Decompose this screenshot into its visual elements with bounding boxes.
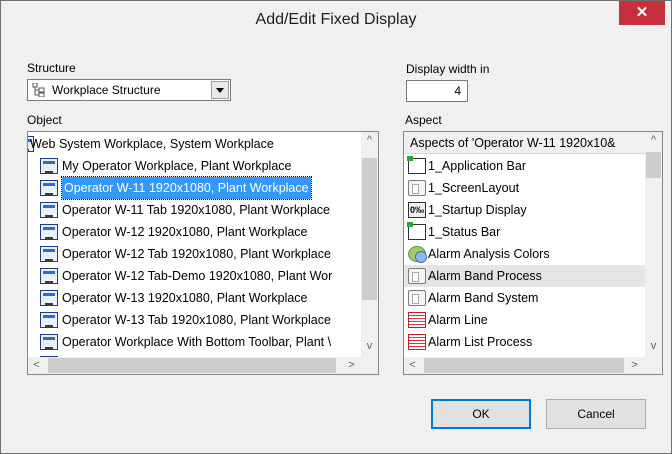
structure-value: Workplace Structure <box>52 83 161 97</box>
structure-select[interactable]: Workplace Structure <box>27 79 231 101</box>
aspect-list-item[interactable]: Alarm List Process <box>404 331 646 353</box>
add-edit-fixed-display-dialog: Add/Edit Fixed Display ✕ Structure Workp… <box>0 0 672 454</box>
object-horizontal-scrollbar[interactable]: < > <box>28 357 378 374</box>
aspect-vertical-scroll-thumb[interactable] <box>646 152 661 178</box>
aspect-label: Aspect <box>405 113 442 127</box>
object-list-item[interactable]: Operator W-13 Tab 1920x1080, Plant Workp… <box>28 309 362 331</box>
object-list-item-label: Operator W-13 Tab 1920x1080, Plant Workp… <box>62 313 331 327</box>
aspect-list-item[interactable]: Alarm Band Process <box>404 265 646 287</box>
alarm-band-icon <box>408 290 426 306</box>
aspect-list-item[interactable]: 0‰ 1_Startup Display <box>404 199 646 221</box>
object-vertical-scroll-thumb[interactable] <box>362 158 377 300</box>
object-list-item-label: Operator W-13 1920x1080, Plant Workplace <box>62 291 308 305</box>
aspect-horizontal-scroll-thumb[interactable] <box>424 358 624 373</box>
object-list-item[interactable]: Operator W-11 1920x1080, Plant Workplace <box>28 176 362 200</box>
display-icon <box>40 334 58 350</box>
object-list-item-label: Operator Workplace With Bottom Toolbar, … <box>62 335 332 349</box>
aspect-list-item[interactable]: 1_Status Bar <box>404 221 646 243</box>
close-button[interactable]: ✕ <box>619 1 665 25</box>
display-width-input[interactable]: 4 <box>406 80 468 102</box>
status-bar-icon <box>407 222 426 240</box>
scroll-left-arrow[interactable]: < <box>404 357 421 374</box>
alarm-list-icon <box>408 312 426 328</box>
aspect-list-item-label: Alarm List Process <box>428 335 533 349</box>
object-vertical-scrollbar[interactable]: ^ v <box>361 132 378 357</box>
object-list-item-label: Operator W-12 1920x1080, Plant Workplace <box>62 225 308 239</box>
application-bar-icon <box>407 156 426 174</box>
object-list-item-label: Operator W-11 Tab 1920x1080, Plant Workp… <box>62 203 330 217</box>
dialog-title: Add/Edit Fixed Display <box>255 11 417 28</box>
ok-button[interactable]: OK <box>431 399 531 429</box>
scroll-right-arrow[interactable]: > <box>626 357 643 374</box>
display-icon <box>40 202 58 218</box>
aspect-list-item[interactable]: Alarm Band System <box>404 287 646 309</box>
object-list-item[interactable]: Operator W-13 1920x1080, Plant Workplace <box>28 287 362 309</box>
object-list-item[interactable]: Operator W-12 Tab 1920x1080, Plant Workp… <box>28 243 362 265</box>
scroll-left-arrow[interactable]: < <box>28 357 45 374</box>
object-list-item[interactable]: My Operator Workplace, Plant Workplace <box>28 155 362 177</box>
aspect-list-item-label: Alarm Analysis Colors <box>428 247 550 261</box>
object-list-item[interactable]: Web System Workplace, System Workplace <box>28 133 362 155</box>
object-list-item-label: Operator W-11 1920x1080, Plant Workplace <box>61 176 312 200</box>
cancel-button[interactable]: Cancel <box>546 399 646 429</box>
layout-icon <box>408 180 426 196</box>
aspect-horizontal-scrollbar[interactable]: < > <box>404 357 662 374</box>
object-list-item[interactable]: Operator Workplace With Bottom Toolbar, … <box>28 331 362 353</box>
startup-display-icon: 0‰ <box>408 202 426 218</box>
aspect-list-header[interactable]: Aspects of 'Operator W-11 1920x10& <box>404 132 646 154</box>
display-icon <box>40 312 58 328</box>
aspect-list-item-label: 1_ScreenLayout <box>428 181 520 195</box>
scroll-right-arrow[interactable]: > <box>343 357 360 374</box>
structure-label: Structure <box>27 61 76 75</box>
aspect-list-item[interactable]: Alarm Line <box>404 309 646 331</box>
aspect-list-item-label: 1_Startup Display <box>428 203 527 217</box>
aspect-list-item-label: 1_Status Bar <box>428 225 501 239</box>
display-icon <box>40 158 58 174</box>
object-list-item[interactable]: Operator W-11 Tab 1920x1080, Plant Workp… <box>28 199 362 221</box>
aspect-list-header-text: Aspects of 'Operator W-11 1920x10& <box>410 136 616 150</box>
alarm-band-icon <box>408 268 426 284</box>
object-horizontal-scroll-thumb[interactable] <box>48 358 336 373</box>
object-list-item-label: My Operator Workplace, Plant Workplace <box>62 159 292 173</box>
aspect-list-item-label: Alarm Line <box>428 313 488 327</box>
title-bar[interactable]: Add/Edit Fixed Display ✕ <box>1 1 671 39</box>
aspect-list-item[interactable]: 1_Application Bar <box>404 155 646 177</box>
object-list-item-label: Web System Workplace, System Workplace <box>30 137 274 151</box>
display-icon <box>40 268 58 284</box>
aspect-list-item-label: 1_Application Bar <box>428 159 526 173</box>
display-icon <box>40 224 58 240</box>
aspect-list-item[interactable]: 1_ScreenLayout <box>404 177 646 199</box>
structure-tree-icon <box>32 83 45 97</box>
object-list-item[interactable]: Operator W-12 Tab-Demo 1920x1080, Plant … <box>28 265 362 287</box>
object-list[interactable]: Web System Workplace, System Workplace My… <box>27 131 379 375</box>
scroll-down-arrow[interactable]: v <box>645 338 662 355</box>
display-icon <box>40 246 58 262</box>
alarm-list-icon <box>408 334 426 350</box>
object-list-item[interactable]: Operator W-12 1920x1080, Plant Workplace <box>28 221 362 243</box>
display-width-label: Display width in <box>406 62 490 76</box>
aspect-list-item-label: Alarm Band System <box>428 291 539 305</box>
object-list-item-label: Operator W-12 Tab 1920x1080, Plant Workp… <box>62 247 331 261</box>
display-icon <box>40 290 58 306</box>
colors-icon <box>408 246 427 263</box>
object-list-item-label: Operator W-12 Tab-Demo 1920x1080, Plant … <box>62 269 333 283</box>
aspect-list-item-label: Alarm Band Process <box>428 269 542 283</box>
chevron-down-icon[interactable] <box>211 81 229 99</box>
scroll-up-arrow[interactable]: ^ <box>645 132 662 149</box>
aspect-list[interactable]: Aspects of 'Operator W-11 1920x10& 1_App… <box>403 131 663 375</box>
aspect-vertical-scrollbar[interactable]: ^ v <box>645 132 662 357</box>
scroll-down-arrow[interactable]: v <box>361 338 378 355</box>
aspect-list-item[interactable]: Alarm Analysis Colors <box>404 243 646 265</box>
object-label: Object <box>27 113 62 127</box>
scroll-up-arrow[interactable]: ^ <box>361 132 378 149</box>
display-icon <box>40 180 58 196</box>
